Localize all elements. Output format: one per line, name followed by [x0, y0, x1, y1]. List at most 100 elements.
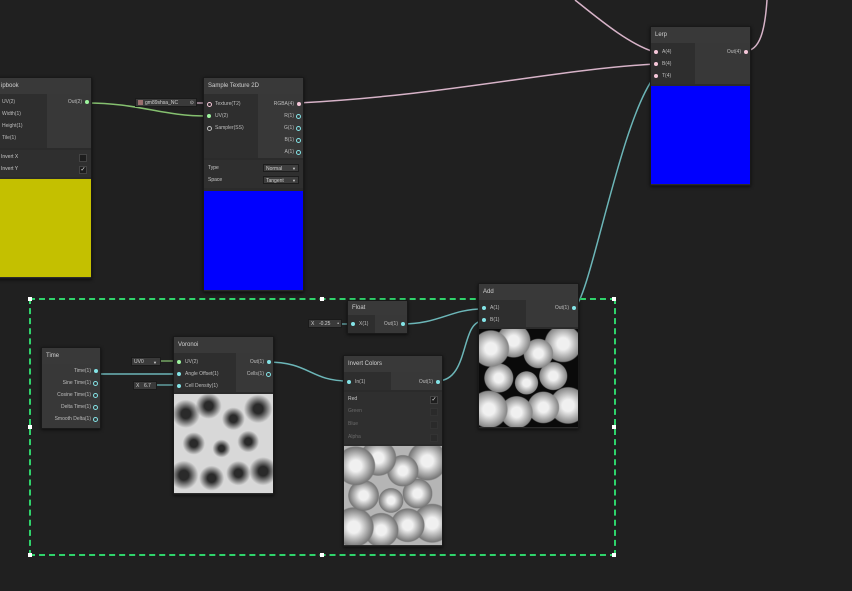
invert-colors-node[interactable]: Invert Colors In(1) Out(1) Red ✓ Green Bl… — [343, 355, 443, 547]
port-uv[interactable]: UV(2) — [204, 111, 228, 121]
voronoi-node[interactable]: Voronoi UV(2) Angle Offset(1) Cell Densi… — [173, 336, 274, 495]
port-texture[interactable]: Texture(T2) — [204, 99, 241, 109]
invert-x-label: Invert X — [1, 154, 19, 160]
channel-red-label: Red — [348, 396, 358, 402]
group-handle-ml[interactable] — [28, 425, 32, 429]
port-smooth-delta[interactable]: Smooth Delta(1) — [55, 414, 100, 424]
port-time[interactable]: Time(1) — [74, 366, 100, 376]
node-title: Float — [348, 301, 407, 315]
port-uv[interactable]: UV(2) — [174, 357, 198, 367]
port-out[interactable]: Out(1) — [555, 303, 578, 313]
float-x-field[interactable]: X -0.25 • — [308, 319, 342, 328]
port-sine-time[interactable]: Sine Time(1) — [63, 378, 100, 388]
type-dropdown[interactable]: Normal ▼ — [263, 164, 299, 172]
float-node[interactable]: Float X(1) Out(1) — [347, 300, 408, 334]
port-height[interactable]: Height(1) — [0, 121, 23, 131]
cell-density-field[interactable]: X 6.7 — [133, 381, 157, 390]
port-label: Tile(1) — [2, 135, 16, 141]
group-handle-tr[interactable] — [612, 297, 616, 301]
port-label: A(4) — [662, 49, 672, 55]
sample-texture-2d-node[interactable]: Sample Texture 2D Texture(T2) UV(2) Samp… — [203, 77, 304, 292]
group-handle-br[interactable] — [612, 553, 616, 557]
channel-red-checkbox[interactable]: ✓ — [430, 396, 438, 404]
sample-texture-settings: Type Normal ▼ Space Tangent ▼ — [204, 160, 303, 188]
invert-y-label: Invert Y — [1, 166, 19, 172]
port-label: R(1) — [284, 113, 294, 119]
sample-texture-preview — [204, 191, 303, 290]
port-cosine-time[interactable]: Cosine Time(1) — [57, 390, 100, 400]
node-title: Voronoi — [174, 337, 273, 353]
port-a[interactable]: A(4) — [651, 47, 671, 57]
port-b[interactable]: B(1) — [479, 315, 499, 325]
port-out[interactable]: Out(1) — [384, 319, 407, 329]
port-tile[interactable]: Tile(1) — [0, 133, 16, 143]
port-cells[interactable]: Cells(1) — [247, 369, 273, 379]
input-ports: X(1) — [348, 315, 375, 333]
input-ports: UV(2) Width(1) Height(1) Tile(1) — [0, 94, 47, 148]
port-g[interactable]: G(1) — [284, 123, 303, 133]
port-dot — [93, 393, 98, 398]
output-ports: Out(1) — [375, 315, 407, 333]
port-label: Out(1) — [554, 305, 569, 311]
port-dot — [296, 114, 301, 119]
port-cell-density[interactable]: Cell Density(1) — [174, 381, 218, 391]
node-title: Lerp — [651, 27, 750, 43]
port-in[interactable]: In(1) — [344, 377, 365, 387]
port-out[interactable]: Out(2) — [68, 97, 91, 107]
group-handle-tl[interactable] — [28, 297, 32, 301]
port-out[interactable]: Out(1) — [250, 357, 273, 367]
group-handle-bl[interactable] — [28, 553, 32, 557]
port-rgba[interactable]: RGBA(4) — [274, 99, 303, 109]
type-row: Type Normal ▼ — [204, 162, 303, 174]
port-a[interactable]: A(1) — [479, 303, 499, 313]
port-width[interactable]: Width(1) — [0, 109, 21, 119]
port-label: Cosine Time(1) — [57, 392, 91, 398]
field-value: -0.25 — [319, 321, 331, 327]
port-dot — [744, 50, 748, 54]
port-label: UV(2) — [215, 113, 229, 119]
port-out[interactable]: Out(1) — [419, 377, 442, 387]
port-label: A(1) — [490, 305, 500, 311]
group-handle-mr[interactable] — [612, 425, 616, 429]
port-r[interactable]: R(1) — [284, 111, 303, 121]
time-node[interactable]: Time Time(1) Sine Time(1) Cosine Time(1)… — [41, 347, 101, 429]
group-handle-tm[interactable] — [320, 297, 324, 301]
port-label: G(1) — [284, 125, 294, 131]
add-node[interactable]: Add A(1) B(1) Out(1) — [478, 283, 579, 429]
port-delta-time[interactable]: Delta Time(1) — [61, 402, 100, 412]
uv-channel-value: UV0 — [134, 359, 144, 365]
port-x[interactable]: X(1) — [348, 319, 368, 329]
group-handle-bm[interactable] — [320, 553, 324, 557]
voronoi-uv-dropdown[interactable]: UV0 ▼ — [131, 357, 161, 366]
port-uv[interactable]: UV(2) — [0, 97, 15, 107]
port-label: Out(4) — [726, 49, 741, 55]
port-dot — [654, 50, 658, 54]
output-ports: RGBA(4) R(1) G(1) B(1) A(1) — [258, 94, 303, 158]
port-dot — [296, 138, 301, 143]
texture-asset-field[interactable]: gm89shsa_NC ⊙ — [135, 98, 197, 107]
type-value: Normal — [266, 166, 283, 172]
flipbook-node[interactable]: ipbook UV(2) Width(1) Height(1) Tile(1) … — [0, 77, 92, 279]
port-label: Width(1) — [2, 111, 21, 117]
port-label: B(4) — [662, 61, 672, 67]
port-out[interactable]: Out(4) — [727, 47, 750, 57]
space-dropdown[interactable]: Tangent ▼ — [263, 176, 299, 184]
output-ports: Out(4) — [695, 43, 750, 84]
port-b[interactable]: B(4) — [651, 59, 671, 69]
output-ports: Out(2) — [47, 94, 91, 148]
port-sampler[interactable]: Sampler(SS) — [204, 123, 244, 133]
port-dot — [654, 62, 658, 66]
port-label: Cells(1) — [246, 371, 264, 377]
invert-y-checkbox[interactable]: ✓ — [79, 166, 87, 174]
port-dot — [177, 372, 181, 376]
port-angle-offset[interactable]: Angle Offset(1) — [174, 369, 219, 379]
flipbook-settings: Invert X Invert Y ✓ — [0, 150, 91, 177]
port-t[interactable]: T(4) — [651, 71, 671, 81]
port-a[interactable]: A(1) — [285, 147, 303, 157]
invert-x-checkbox[interactable] — [79, 154, 87, 162]
port-dot — [572, 306, 576, 310]
lerp-node[interactable]: Lerp A(4) B(4) T(4) Out(4) — [650, 26, 751, 186]
port-label: Texture(T2) — [215, 101, 241, 107]
port-b[interactable]: B(1) — [285, 135, 303, 145]
target-icon[interactable]: ⊙ — [190, 99, 194, 108]
